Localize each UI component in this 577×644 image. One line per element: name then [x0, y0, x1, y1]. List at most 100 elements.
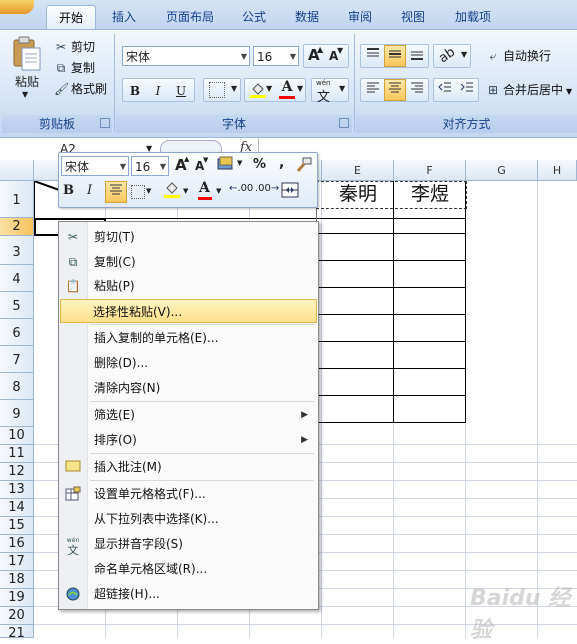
mini-fill-color-button[interactable]: [163, 181, 181, 202]
row-header-5[interactable]: 5: [0, 292, 34, 319]
underline-button[interactable]: U: [170, 79, 192, 101]
align-center-button[interactable]: [384, 79, 406, 101]
menu-item-hyperlink[interactable]: 超链接(H)...: [61, 582, 316, 606]
cut-button[interactable]: ✂ 剪切: [54, 36, 95, 58]
cell-e1[interactable]: 秦明: [322, 181, 394, 207]
chevron-down-icon: ▼: [339, 84, 346, 93]
tab-page-layout[interactable]: 页面布局: [158, 5, 222, 29]
row-header-18[interactable]: 18: [0, 571, 34, 589]
menu-item-delete[interactable]: 删除(D)...: [61, 351, 316, 375]
menu-item-name-range[interactable]: 命名单元格区域(R)...: [61, 557, 316, 581]
row-header-10[interactable]: 10: [0, 427, 34, 445]
tab-home[interactable]: 开始: [46, 5, 96, 30]
clipboard-launcher-icon[interactable]: [100, 118, 110, 128]
row-header-17[interactable]: 17: [0, 553, 34, 571]
orientation-button[interactable]: ab ▼: [433, 44, 471, 68]
tab-formulas[interactable]: 公式: [234, 5, 274, 29]
row-header-20[interactable]: 20: [0, 607, 34, 625]
row-header-9[interactable]: 9: [0, 400, 34, 427]
row-header-21[interactable]: 21: [0, 625, 34, 641]
tab-addins[interactable]: 加载项: [447, 5, 499, 29]
fill-color-button[interactable]: [249, 81, 267, 103]
decrease-indent-button[interactable]: [434, 79, 456, 101]
align-middle-button[interactable]: [384, 45, 406, 67]
phonetic-button[interactable]: wén 文 ▼: [311, 78, 349, 105]
row-header-19[interactable]: 19: [0, 589, 34, 607]
menu-item-pick-from-list[interactable]: 从下拉列表中选择(K)...: [61, 507, 316, 531]
tab-view[interactable]: 视图: [393, 5, 433, 29]
row-header-2[interactable]: 2: [0, 218, 34, 236]
column-header-e[interactable]: E: [322, 160, 394, 181]
row-header-11[interactable]: 11: [0, 445, 34, 463]
mini-format-painter-button[interactable]: [295, 156, 313, 174]
bold-button[interactable]: B: [124, 79, 146, 101]
mini-font-color-button[interactable]: A: [199, 180, 210, 196]
border-button[interactable]: ▼: [203, 78, 241, 102]
menu-item-filter[interactable]: 筛选(E) ▶: [61, 403, 316, 427]
menu-separator: [90, 324, 314, 325]
row-header-7[interactable]: 7: [0, 346, 34, 373]
align-center-icon: [110, 184, 122, 195]
mini-percent-button[interactable]: %: [253, 157, 266, 172]
row-header-4[interactable]: 4: [0, 265, 34, 292]
mini-comma-button[interactable]: ,: [279, 155, 284, 171]
wrap-text-button[interactable]: ⤶ 自动换行: [486, 45, 551, 67]
office-button[interactable]: [0, 0, 34, 14]
row-header-8[interactable]: 8: [0, 373, 34, 400]
row-header-13[interactable]: 13: [0, 481, 34, 499]
menu-item-label: 复制(C): [94, 255, 136, 269]
italic-button[interactable]: I: [147, 79, 169, 101]
border-icon: [209, 82, 225, 98]
merge-center-button[interactable]: ⊞ 合并后居中 ▼: [486, 79, 572, 101]
mini-bold-button[interactable]: B: [63, 183, 74, 198]
paste-button[interactable]: [8, 36, 44, 72]
menu-item-clear-contents[interactable]: 清除内容(N): [61, 376, 316, 400]
menu-item-paste-special[interactable]: 选择性粘贴(V)...: [60, 299, 317, 323]
align-left-button[interactable]: [362, 79, 384, 101]
row-header-1[interactable]: 1: [0, 181, 34, 218]
mini-center-button[interactable]: [105, 181, 127, 203]
cell-f1[interactable]: 李煜: [394, 181, 466, 207]
row-header-6[interactable]: 6: [0, 319, 34, 346]
copy-button[interactable]: ⧉ 复制: [54, 57, 95, 79]
menu-item-cut[interactable]: ✂ 剪切(T): [61, 225, 316, 249]
mini-border-button[interactable]: [131, 185, 145, 199]
align-top-button[interactable]: [362, 45, 384, 67]
row-header-15[interactable]: 15: [0, 517, 34, 535]
mini-font-select[interactable]: 宋体 ▼: [61, 156, 129, 176]
mini-merge-button[interactable]: [281, 182, 299, 198]
tab-review[interactable]: 审阅: [340, 5, 380, 29]
grow-arrow-icon: ▲: [184, 155, 190, 163]
mini-currency-button[interactable]: [217, 156, 235, 172]
row-header-16[interactable]: 16: [0, 535, 34, 553]
font-launcher-icon[interactable]: [339, 118, 349, 128]
menu-item-paste[interactable]: 📋 粘贴(P): [61, 274, 316, 298]
column-header-h[interactable]: H: [538, 160, 577, 181]
paste-dropdown-arrow[interactable]: ▼: [22, 90, 28, 99]
format-painter-button[interactable]: 🖌 格式刷: [54, 78, 107, 100]
menu-item-sort[interactable]: 排序(O) ▶: [61, 428, 316, 452]
column-header-f[interactable]: F: [394, 160, 466, 181]
menu-item-copy[interactable]: ⧉ 复制(C): [61, 250, 316, 274]
font-color-button[interactable]: A: [278, 79, 296, 95]
column-header-g[interactable]: G: [466, 160, 538, 181]
row-header-12[interactable]: 12: [0, 463, 34, 481]
menu-item-show-phonetic[interactable]: wén 文 显示拼音字段(S): [61, 532, 316, 556]
font-size-select[interactable]: 16 ▼: [253, 46, 299, 66]
increase-indent-button[interactable]: [456, 79, 478, 101]
select-all-corner[interactable]: [0, 160, 34, 181]
row-header-14[interactable]: 14: [0, 499, 34, 517]
align-bottom-button[interactable]: [406, 45, 428, 67]
menu-item-insert-copied-cells[interactable]: 插入复制的单元格(E)...: [61, 326, 316, 350]
align-right-button[interactable]: [406, 79, 428, 101]
menu-item-format-cells[interactable]: 设置单元格格式(F)...: [61, 482, 316, 506]
mini-italic-button[interactable]: I: [87, 183, 92, 198]
row-header-3[interactable]: 3: [0, 236, 34, 265]
menu-item-insert-comment[interactable]: 插入批注(M): [61, 455, 316, 479]
mini-decrease-decimal-button[interactable]: .00→: [255, 183, 279, 194]
tab-insert[interactable]: 插入: [101, 5, 147, 29]
mini-size-select[interactable]: 16 ▼: [131, 156, 169, 176]
tab-data[interactable]: 数据: [287, 5, 327, 29]
mini-increase-decimal-button[interactable]: ←.00: [229, 183, 253, 194]
font-name-select[interactable]: 宋体 ▼: [122, 46, 250, 66]
